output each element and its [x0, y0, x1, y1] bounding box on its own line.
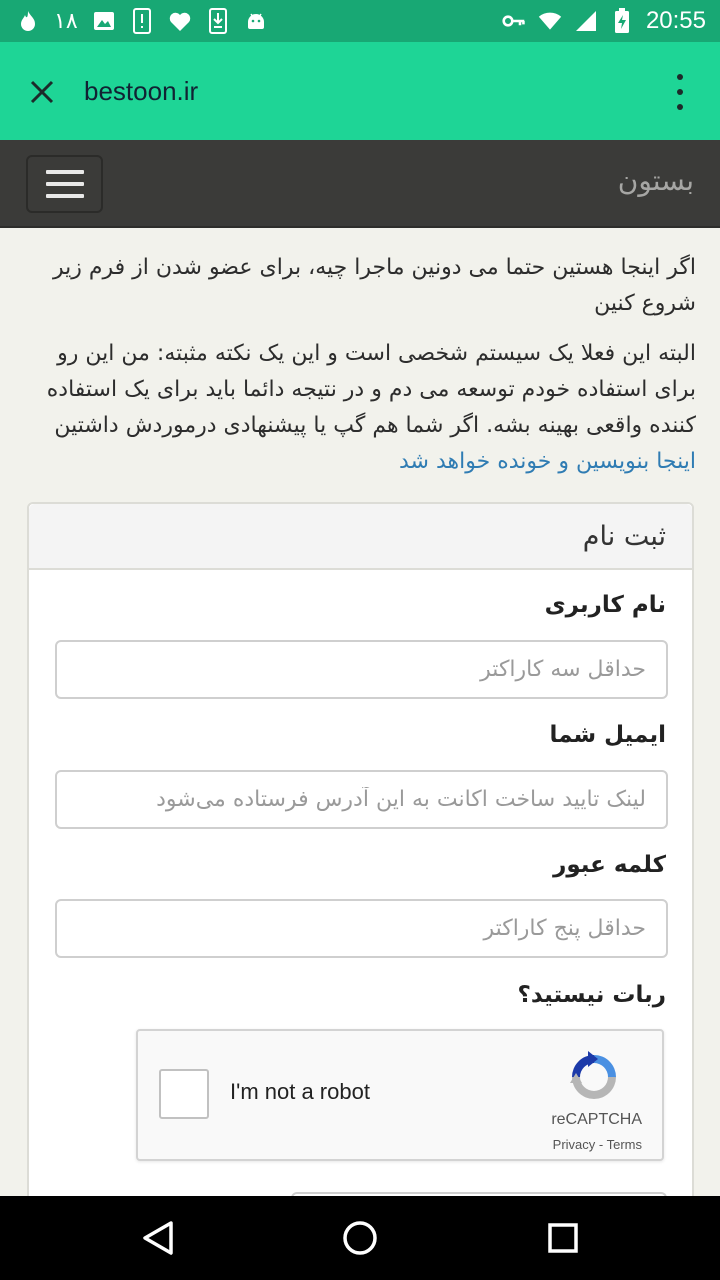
signup-panel: ثبت نام نام کاربری ایمیل شما کلمه عبور ر…: [27, 502, 694, 1222]
heart-icon: [168, 9, 192, 33]
close-icon[interactable]: [22, 72, 62, 112]
username-input[interactable]: [55, 640, 668, 699]
more-vert-icon[interactable]: [668, 74, 692, 110]
recaptcha-links: Privacy - Terms: [553, 1137, 642, 1152]
intro-paragraph-2: البته این فعلا یک سیستم شخصی است و این ی…: [46, 341, 696, 474]
download-icon: [206, 8, 230, 34]
recents-icon[interactable]: [541, 1216, 585, 1260]
site-navbar: بستون: [0, 140, 720, 228]
key-icon: [502, 9, 526, 33]
intro-text: اگر اینجا هستین حتما می دونین ماجرا چیه،…: [30, 250, 696, 494]
wifi-icon: [538, 9, 562, 33]
site-brand[interactable]: بستون: [618, 164, 694, 197]
image-icon: [92, 9, 116, 33]
system-icons: 20:55: [502, 0, 706, 42]
home-icon[interactable]: [338, 1216, 382, 1260]
flame-icon: [16, 9, 40, 33]
email-label: ایمیل شما: [549, 722, 666, 748]
username-label: نام کاربری: [544, 592, 666, 618]
link-separator: -: [595, 1137, 607, 1152]
url-text: bestoon.ir: [84, 76, 199, 106]
recaptcha-brand: reCAPTCHA: [551, 1111, 642, 1128]
privacy-link[interactable]: Privacy: [553, 1137, 596, 1152]
system-navigation-bar: [0, 1196, 720, 1280]
password-label: کلمه عبور: [553, 852, 666, 878]
back-icon[interactable]: [136, 1216, 180, 1260]
intro-paragraph-1: اگر اینجا هستین حتما می دونین ماجرا چیه،…: [52, 255, 696, 316]
browser-toolbar: bestoon.ir: [0, 42, 720, 140]
recaptcha-widget: I'm not a robot reCAPTCHA Privacy - Term…: [136, 1029, 664, 1161]
android-icon: [244, 9, 268, 33]
recaptcha-text: I'm not a robot: [230, 1079, 370, 1104]
panel-title: ثبت نام: [29, 504, 692, 570]
hamburger-icon[interactable]: [26, 155, 103, 213]
recaptcha-logo-icon: [566, 1049, 622, 1105]
notification-icons: ۱۸: [16, 0, 268, 42]
signal-icon: [574, 9, 598, 33]
clock: 20:55: [645, 7, 706, 34]
status-bar: ۱۸ 20:55: [0, 0, 720, 42]
notification-count: ۱۸: [54, 8, 78, 34]
battery-charging-icon: [610, 8, 634, 33]
password-input[interactable]: [55, 899, 668, 958]
alert-icon: [130, 8, 154, 34]
robot-label: ربات نیستید؟: [517, 982, 666, 1008]
email-input[interactable]: [55, 770, 668, 829]
feedback-link[interactable]: اینجا بنویسین و خونده خواهد شد: [399, 449, 696, 474]
terms-link[interactable]: Terms: [607, 1137, 642, 1152]
recaptcha-checkbox[interactable]: [159, 1069, 209, 1119]
